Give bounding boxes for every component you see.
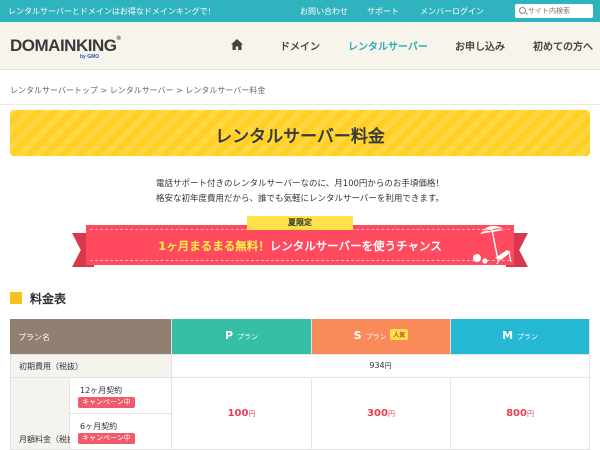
campaign-text-rest: レンタルサーバーを使うチャンス [269, 239, 442, 253]
logo-reg-mark: ® [116, 36, 121, 42]
plan-m-price-yen: 円 [526, 410, 534, 418]
plan-p-header[interactable]: P プラン [172, 319, 312, 355]
plan-p-letter: P [225, 329, 234, 342]
campaign-banner[interactable]: 夏限定 1ヶ月まるまる無料！レンタルサーバーを使うチャンス [72, 216, 528, 274]
breadcrumb-divider [0, 104, 600, 105]
popular-badge: 人気 [390, 329, 409, 340]
nav-apply[interactable]: お申し込み [455, 38, 505, 53]
top-bar: レンタルサーバーとドメインはお得なドメインキングで！ お問い合わせ サポート メ… [0, 0, 600, 22]
plan-p-title: P プラン [172, 329, 311, 342]
member-login-link[interactable]: メンバーログイン [420, 6, 484, 17]
initial-fee-yen: 円 [384, 362, 392, 370]
page-title: レンタルサーバー料金 [215, 127, 385, 147]
contract-12-label: 12ヶ月契約 [80, 386, 123, 395]
plan-m-header[interactable]: M プラン [451, 319, 590, 355]
intro-line-2: 格安な初年度費用だから、誰でも気軽にレンタルサーバーを利用できます。 [155, 194, 445, 204]
plan-s-price-yen: 円 [387, 410, 395, 418]
monthly-fee-label-cell: 月額料金（税抜 [10, 378, 75, 450]
plan-p-monthly-cell: 100円 [172, 378, 312, 450]
plan-p-monthly-price: 100円 [172, 408, 311, 419]
main-header: DOMAINKING® by GMO ドメイン レンタルサーバー お申し込み 初… [0, 22, 600, 70]
support-link[interactable]: サポート [367, 6, 399, 17]
beach-umbrella-icon [473, 225, 512, 265]
plan-p-price-yen: 円 [248, 410, 256, 418]
plan-s-letter: S [353, 329, 362, 342]
contract-12-cell: 12ヶ月契約 キャンペーン中 [70, 378, 172, 414]
section-marker [10, 292, 22, 304]
initial-fee-value-cell: 934円 [172, 355, 590, 378]
plan-s-header[interactable]: S プラン 人気 [312, 319, 451, 355]
logo-text: DOMAINKING [10, 36, 117, 55]
contract-6-campaign-tag: キャンペーン中 [78, 433, 135, 444]
plan-name-header: プラン名 [10, 319, 172, 355]
contract-12-campaign-tag: キャンペーン中 [78, 397, 135, 408]
logo-byline: by GMO [80, 54, 100, 60]
site-tagline: レンタルサーバーとドメインはお得なドメインキングで！ [8, 7, 216, 16]
breadcrumb[interactable]: レンタルサーバートップ > レンタルサーバー > レンタルサーバー料金 [10, 85, 265, 96]
initial-fee-value: 934円 [172, 361, 589, 371]
campaign-text: 1ヶ月まるまる無料！レンタルサーバーを使うチャンス [80, 238, 520, 254]
search-icon[interactable] [519, 7, 526, 14]
initial-fee-label-cell: 初期費用（税抜） [10, 355, 172, 378]
nav-rental-server[interactable]: レンタルサーバー [348, 38, 428, 53]
home-icon[interactable] [231, 39, 243, 50]
contract-6-cell: 6ヶ月契約 キャンペーン中 [70, 414, 172, 450]
plan-p-price-amount: 100 [227, 408, 249, 419]
plan-m-letter: M [502, 329, 514, 342]
page-title-banner: レンタルサーバー料金 [10, 110, 590, 156]
plan-name-label: プラン名 [18, 333, 50, 342]
plan-s-title: S プラン 人気 [312, 329, 450, 342]
plan-m-monthly-price: 800円 [451, 408, 589, 419]
plan-m-price-amount: 800 [506, 408, 527, 419]
plan-m-suffix: プラン [516, 333, 538, 341]
campaign-text-free: 無料！ [235, 239, 270, 253]
monthly-fee-label: 月額料金（税抜 [19, 435, 75, 444]
contract-6-label: 6ヶ月契約 [80, 422, 118, 431]
domainking-logo[interactable]: DOMAINKING® [10, 36, 121, 56]
plan-s-suffix: プラン [365, 333, 387, 341]
initial-fee-label: 初期費用（税抜） [19, 362, 83, 371]
nav-first-time[interactable]: 初めての方へ [533, 38, 593, 53]
initial-fee-amount: 934 [369, 361, 385, 370]
site-search-box[interactable] [515, 4, 593, 18]
campaign-text-lead: 1ヶ月まるまる [158, 239, 236, 253]
intro-line-1: 電話サポート付きのレンタルサーバーなのに、月100円からのお手頃価格！ [156, 179, 444, 189]
campaign-badge: 夏限定 [247, 216, 353, 230]
plan-p-suffix: プラン [236, 333, 258, 341]
contact-link[interactable]: お問い合わせ [300, 6, 348, 17]
plan-s-price-amount: 300 [367, 408, 388, 419]
nav-domain[interactable]: ドメイン [280, 38, 320, 53]
plan-s-monthly-cell: 300円 [312, 378, 451, 450]
site-search-input[interactable] [528, 5, 590, 17]
plan-m-title: M プラン [451, 329, 589, 342]
plan-s-monthly-price: 300円 [312, 408, 450, 419]
plan-m-monthly-cell: 800円 [451, 378, 590, 450]
section-title: 料金表 [30, 292, 67, 306]
